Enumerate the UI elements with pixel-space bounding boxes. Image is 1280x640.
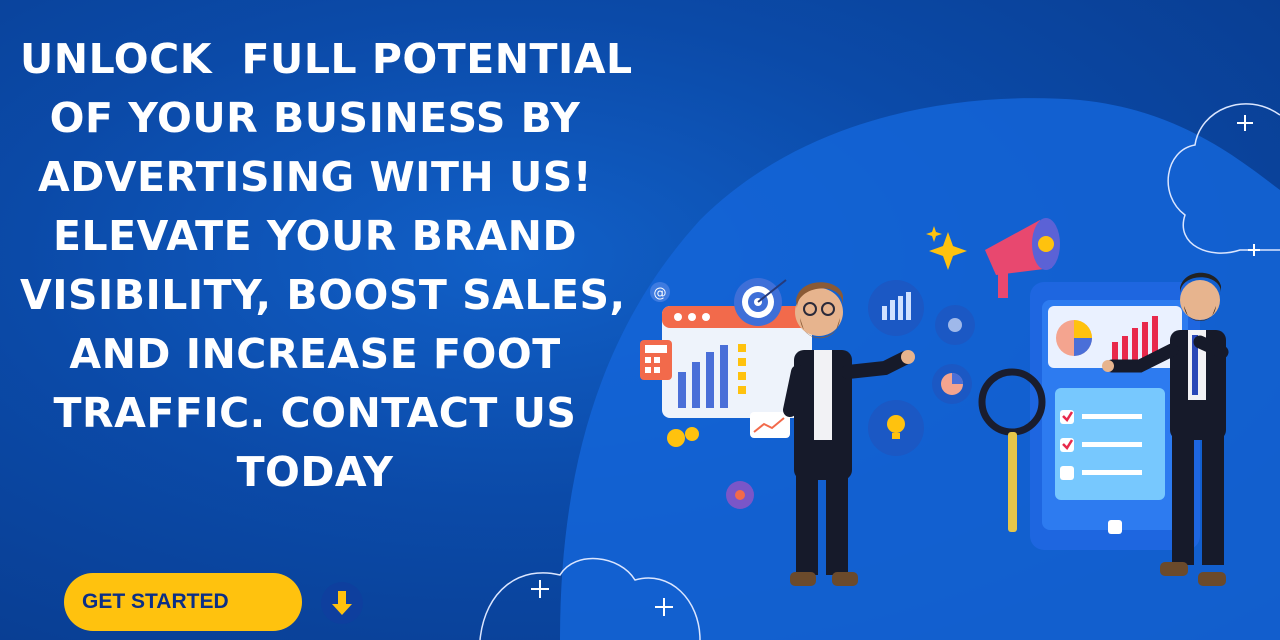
headline: UNLOCK FULL POTENTIAL OF YOUR BUSINESS B… (20, 30, 633, 502)
plus-icon (531, 115, 1260, 616)
cloud-outline (1167, 103, 1280, 254)
background-blob (560, 98, 1280, 640)
down-arrow-icon (332, 591, 352, 615)
headline-line: OF YOUR BUSINESS BY (49, 94, 581, 142)
gear-icon (726, 481, 754, 509)
headline-line: AND INCREASE FOOT (69, 330, 561, 378)
bar-chart-icon (868, 280, 924, 336)
headline-line: TRAFFIC. CONTACT US (53, 389, 577, 437)
target-icon (734, 278, 787, 326)
gear-icon (667, 427, 699, 447)
dashboard-card (662, 306, 812, 438)
bar-chart-icon (678, 345, 728, 408)
presenter-right (1102, 272, 1229, 586)
calculator-icon (640, 340, 672, 380)
presenter-left (783, 282, 915, 586)
get-started-button[interactable]: GET STARTED (64, 573, 302, 631)
headline-line: TODAY (236, 448, 394, 496)
gear-icon (935, 305, 975, 345)
sparkle-icon (926, 226, 942, 242)
headline-line: VISIBILITY, BOOST SALES, (20, 271, 626, 319)
headline-line: ELEVATE YOUR BRAND (52, 212, 577, 260)
megaphone-icon (985, 218, 1060, 298)
scroll-down-button[interactable] (321, 582, 363, 624)
sparkle-icon (929, 232, 967, 270)
pie-chart-icon (932, 364, 972, 404)
magnifier-icon (978, 368, 1046, 532)
headline-line: UNLOCK FULL POTENTIAL (20, 35, 633, 83)
tablet (1030, 282, 1200, 550)
cloud-outline (479, 557, 701, 640)
lightbulb-icon (868, 400, 924, 456)
headline-line: ADVERTISING WITH US! (37, 153, 593, 201)
svg-text:@: @ (654, 286, 667, 301)
at-sign-icon (650, 282, 670, 302)
